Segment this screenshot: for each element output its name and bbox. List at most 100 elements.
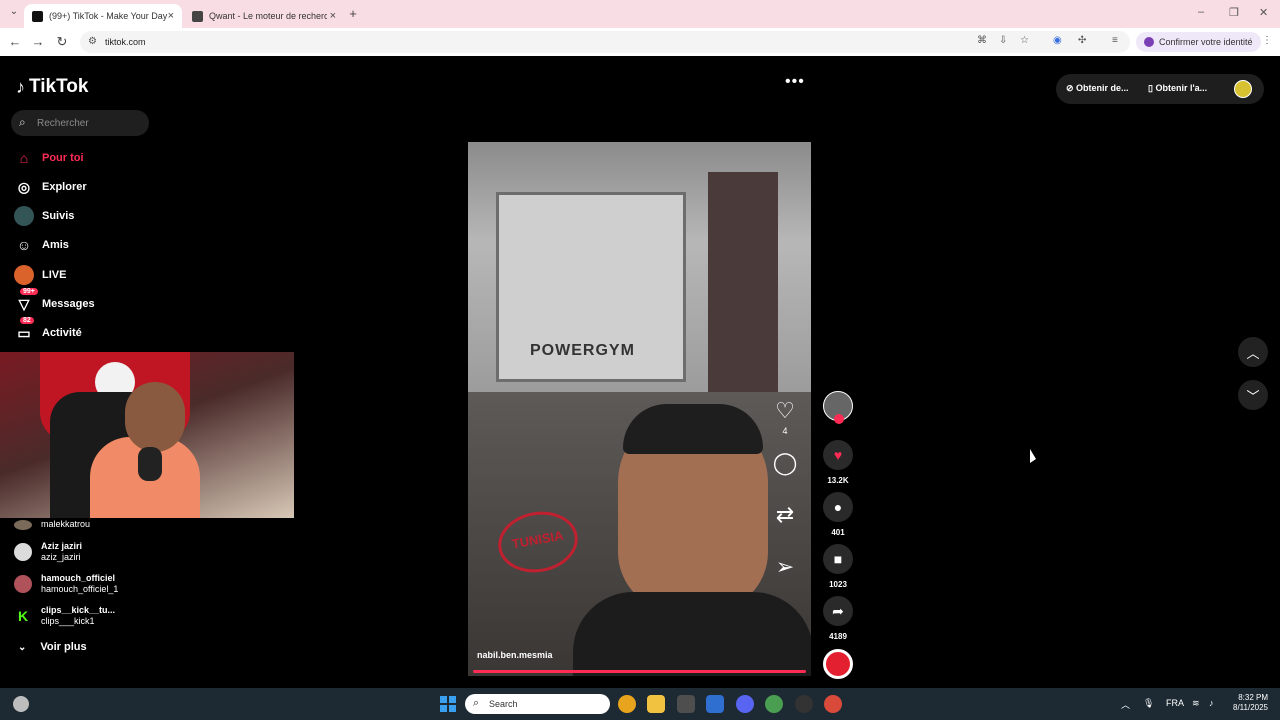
back-icon[interactable]: ←: [7, 34, 23, 49]
music-disc-icon[interactable]: [823, 649, 853, 679]
video-pillar: [708, 172, 778, 412]
discord-icon[interactable]: [736, 695, 754, 713]
clock-date: 8/11/2025: [1233, 703, 1268, 712]
minimize-icon[interactable]: –: [1198, 6, 1204, 18]
like-button[interactable]: ♥: [823, 440, 853, 470]
bookmark-star-icon[interactable]: ☆: [1020, 35, 1029, 46]
sidebar-item-explorer[interactable]: ◎ Explorer: [14, 176, 87, 198]
maximize-icon[interactable]: ❐: [1229, 6, 1239, 19]
identity-label: Confirmer votre identité: [1159, 37, 1253, 47]
wifi-icon[interactable]: ≋: [1192, 698, 1200, 709]
sidebar-item-pour-toi[interactable]: ⌂ Pour toi: [14, 147, 84, 169]
search-placeholder: Rechercher: [37, 117, 89, 129]
profile-identity-button[interactable]: Confirmer votre identité: [1136, 32, 1261, 52]
heart-icon: ♥: [833, 447, 843, 463]
tab-list-chevron-icon[interactable]: ⌄: [6, 6, 22, 17]
save-button[interactable]: ■: [823, 544, 853, 574]
taskbar-search-input[interactable]: ⌕ Search: [465, 694, 610, 714]
sidebar-item-live[interactable]: LIVE: [14, 264, 66, 286]
sidebar-item-label: Activité: [42, 327, 82, 339]
site-info-icon[interactable]: ⚙: [88, 36, 97, 47]
sidebar-item-amis[interactable]: ☺ Amis: [14, 234, 69, 256]
more-options-icon[interactable]: •••: [785, 73, 805, 91]
live-icon: [14, 265, 34, 285]
next-video-button[interactable]: ﹀: [1238, 380, 1268, 410]
follow-plus-icon[interactable]: [834, 414, 844, 424]
microphone-icon[interactable]: 🎙: [1143, 698, 1154, 709]
language-indicator[interactable]: FRA: [1166, 698, 1184, 708]
sidebar-item-messages[interactable]: ▽ 99+ Messages: [14, 288, 95, 315]
forward-icon[interactable]: →: [30, 34, 46, 49]
share-button[interactable]: ➦: [823, 596, 853, 626]
heart-outline-icon[interactable]: ♡: [775, 396, 795, 426]
chrome-app-icon[interactable]: [618, 695, 636, 713]
tiktok-page: ♪ TikTok ⌕ Rechercher ⌂ Pour toi ◎ Explo…: [0, 56, 1280, 688]
streamer-head: [125, 382, 185, 452]
comment-outline-icon[interactable]: ◯: [773, 448, 798, 478]
address-bar-row: ← → ↻ ⚙ tiktok.com ⌘ ⇩ ☆ ◉ ✣ ≡ Confirmer…: [0, 28, 1280, 56]
sidebar-item-suivis[interactable]: Suivis: [14, 205, 74, 227]
compass-icon: ◎: [17, 178, 31, 195]
weather-widget-icon[interactable]: [13, 696, 29, 712]
mail-app-icon[interactable]: [706, 695, 724, 713]
following-handle: malekkatrou: [41, 519, 91, 529]
video-gym-sign: POWERGYM: [530, 342, 635, 359]
logo-text: TikTok: [29, 76, 89, 97]
tiktok-note-icon: ♪: [16, 76, 25, 97]
following-item[interactable]: K clips__kick__tu... clips___kick1: [14, 605, 115, 627]
home-icon: ⌂: [19, 150, 29, 166]
browser-menu-icon[interactable]: ⋮: [1262, 35, 1272, 46]
extensions-puzzle-icon[interactable]: ✣: [1078, 35, 1086, 46]
see-more-button[interactable]: ⌄ Voir plus: [18, 641, 87, 653]
tab-close-icon[interactable]: ×: [330, 10, 336, 22]
get-app-button[interactable]: ▯ Obtenir l'a...: [1148, 83, 1207, 94]
address-bar[interactable]: ⚙ tiktok.com: [80, 31, 1130, 53]
start-button-icon[interactable]: [440, 696, 456, 712]
new-tab-icon[interactable]: +: [345, 6, 361, 21]
see-more-label: Voir plus: [40, 641, 87, 653]
like-count: 13.2K: [827, 476, 849, 485]
translate-icon[interactable]: ⌘: [977, 35, 987, 46]
comment-button[interactable]: ●: [823, 492, 853, 522]
volume-icon[interactable]: ♪: [1209, 698, 1214, 708]
video-username[interactable]: nabil.ben.mesmia: [477, 650, 553, 660]
file-explorer-icon[interactable]: [647, 695, 665, 713]
save-count: 1023: [829, 580, 847, 589]
store-app-icon[interactable]: [677, 695, 695, 713]
tab-qwant[interactable]: Qwant - Le moteur de recherche ×: [184, 4, 344, 28]
send-icon[interactable]: ➢: [776, 552, 794, 582]
messages-badge: 99+: [20, 288, 38, 295]
following-item[interactable]: hamouch_officiel hamouch_officiel_1: [14, 573, 118, 595]
repost-icon[interactable]: ⇄: [776, 500, 794, 530]
clock[interactable]: 8:32 PM 8/11/2025: [1226, 693, 1268, 713]
video-hair: [623, 404, 763, 454]
video-overlay-actions: ♡ 4 ◯ ⇄ ➢: [767, 396, 803, 582]
close-window-icon[interactable]: ✕: [1259, 6, 1268, 19]
extension-icon[interactable]: ◉: [1053, 35, 1062, 46]
comment-icon: ●: [833, 499, 843, 515]
reload-icon[interactable]: ↻: [54, 34, 70, 50]
chrome-profile-icon[interactable]: [765, 695, 783, 713]
creator-avatar[interactable]: [823, 391, 853, 424]
obs-icon[interactable]: [795, 695, 813, 713]
install-icon[interactable]: ⇩: [999, 35, 1007, 46]
tray-overflow-icon[interactable]: ︿: [1121, 698, 1130, 711]
tab-tiktok[interactable]: (99+) TikTok - Make Your Day ×: [24, 4, 182, 28]
chevron-down-icon: ﹀: [1246, 388, 1260, 404]
following-item[interactable]: Aziz jaziri aziz_jaziri: [14, 541, 82, 563]
tab-close-icon[interactable]: ×: [168, 10, 174, 22]
tiktok-logo[interactable]: ♪ TikTok: [16, 76, 88, 98]
avatar: [14, 543, 32, 561]
search-input[interactable]: ⌕ Rechercher: [11, 110, 149, 136]
following-item[interactable]: malekkatrou: [14, 519, 90, 530]
video-shirt: [573, 592, 811, 676]
video-progress-bar[interactable]: [473, 670, 806, 673]
user-avatar[interactable]: [1234, 80, 1252, 98]
reading-list-icon[interactable]: ≡: [1112, 35, 1118, 46]
previous-video-button[interactable]: ︿: [1238, 337, 1268, 367]
activity-icon: ▭ 82: [14, 317, 34, 343]
video-player[interactable]: POWERGYM TUNISIA ♡ 4 ◯ ⇄ ➢ nabil.ben.mes…: [468, 142, 811, 676]
sidebar-item-activite[interactable]: ▭ 82 Activité: [14, 317, 82, 344]
chrome-active-icon[interactable]: [824, 695, 842, 713]
get-coins-button[interactable]: ⊘ Obtenir de...: [1066, 83, 1129, 94]
